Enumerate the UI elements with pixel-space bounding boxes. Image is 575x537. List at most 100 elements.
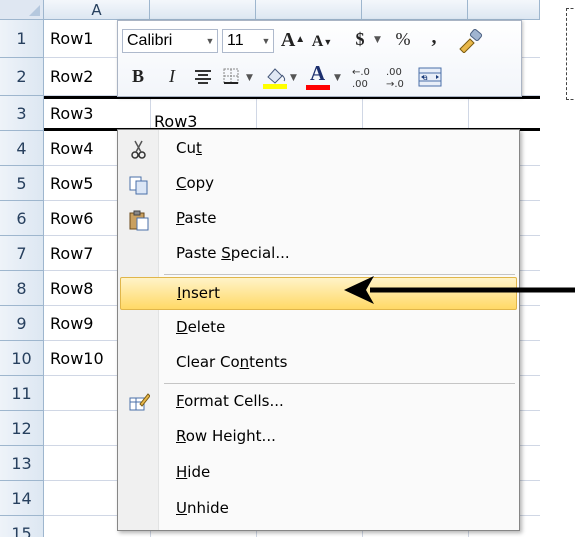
cell-a[interactable]: Row1: [50, 29, 93, 48]
shrink-font-button[interactable]: A▼: [310, 30, 334, 54]
borders-button[interactable]: [222, 67, 242, 85]
menu-item-accelerator: U: [176, 499, 187, 517]
column-header-d[interactable]: [362, 0, 468, 20]
cell-a[interactable]: Row6: [50, 209, 93, 228]
row-header[interactable]: 7: [0, 236, 44, 271]
row-header[interactable]: 2: [0, 58, 44, 96]
menu-item-label: Hide: [176, 463, 210, 481]
chevron-down-icon[interactable]: ▼: [246, 73, 253, 83]
fill-color-icon: [263, 68, 287, 89]
menu-item-paste[interactable]: Paste: [120, 203, 517, 236]
cell-a[interactable]: Row7: [50, 244, 93, 263]
percent-icon: %: [395, 29, 411, 49]
menu-item-hide[interactable]: Hide: [120, 457, 517, 490]
row-header[interactable]: 12: [0, 411, 44, 446]
copy-icon: [128, 174, 150, 196]
menu-item-label: Format Cells...: [176, 392, 284, 410]
menu-item-accelerator: H: [176, 463, 188, 481]
chevron-down-icon[interactable]: ▼: [290, 73, 297, 83]
align-center-button[interactable]: [194, 69, 212, 85]
column-header-e[interactable]: [468, 0, 540, 20]
menu-item-label: nhide: [186, 499, 229, 517]
column-header-a-label: A: [91, 1, 102, 19]
cell-a[interactable]: Row9: [50, 314, 93, 333]
selected-row-3[interactable]: [44, 96, 540, 131]
menu-separator: [164, 383, 515, 384]
fill-color-button[interactable]: [262, 63, 288, 91]
currency-button[interactable]: $: [350, 27, 370, 51]
row-header[interactable]: 3: [0, 96, 44, 131]
menu-item-label: Cut: [176, 139, 202, 157]
increase-decimal-icon: ←.0.00: [352, 67, 370, 90]
cell-a[interactable]: Row8: [50, 279, 93, 298]
grow-font-button[interactable]: A▲: [280, 28, 306, 52]
format-painter-button[interactable]: [456, 27, 484, 54]
select-all-triangle-icon: [29, 5, 40, 16]
cell-a[interactable]: Row5: [50, 174, 93, 193]
chevron-down-icon[interactable]: ▼: [374, 35, 381, 45]
menu-item-label: aste: [184, 209, 217, 227]
select-all-corner[interactable]: [0, 0, 44, 20]
row-header[interactable]: 9: [0, 306, 44, 341]
font-size-value: 11: [227, 32, 244, 49]
menu-item-cut[interactable]: Cut: [120, 133, 517, 166]
menu-item-label: Paste: [176, 244, 222, 262]
row-header[interactable]: 4: [0, 131, 44, 166]
menu-item-label: ow Height...: [185, 427, 276, 445]
column-header-c[interactable]: [256, 0, 362, 20]
row-header[interactable]: 15: [0, 516, 44, 537]
menu-item-copy[interactable]: Copy: [120, 168, 517, 201]
mini-toolbar: Calibri ▼ 11 ▼ A▲ A▼ $ ▼ % , B I ▼ ▼ A ▼…: [117, 20, 522, 97]
font-size-dropdown[interactable]: 11 ▼: [222, 29, 274, 53]
row-header[interactable]: 14: [0, 481, 44, 516]
chevron-down-icon: ▼: [205, 36, 215, 46]
chevron-down-icon: ▼: [261, 36, 271, 46]
decrease-decimal-icon: .00→.0: [386, 67, 404, 90]
chevron-down-icon[interactable]: ▼: [334, 73, 341, 83]
menu-item-label: Copy: [176, 174, 214, 192]
row-header[interactable]: 13: [0, 446, 44, 481]
row-header[interactable]: 11: [0, 376, 44, 411]
clipboard-icon: [128, 209, 150, 231]
row-header[interactable]: 8: [0, 271, 44, 306]
borders-icon: [223, 68, 239, 84]
menu-item-row-height[interactable]: Row Height...: [120, 421, 517, 454]
menu-item-label: ormat Cells...: [184, 392, 284, 410]
italic-button[interactable]: I: [162, 64, 182, 88]
decrease-decimal-button[interactable]: .00 →.0: [384, 65, 412, 90]
scissors-icon: [128, 139, 150, 161]
menu-item-clear-contents[interactable]: Clear Contents: [120, 347, 517, 380]
menu-item-format-cells[interactable]: Format Cells...: [120, 386, 517, 419]
row-header[interactable]: 1: [0, 20, 44, 58]
comma-button[interactable]: ,: [424, 25, 444, 49]
cell-a[interactable]: Row4: [50, 139, 93, 158]
menu-item-label: ide: [187, 463, 211, 481]
column-header-b[interactable]: [150, 0, 256, 20]
menu-item-label: Paste Special...: [176, 244, 290, 262]
menu-item-label: Insert: [177, 284, 220, 302]
menu-item-unhide[interactable]: Unhide: [120, 493, 517, 526]
percent-button[interactable]: %: [390, 27, 416, 51]
bold-button[interactable]: B: [128, 64, 148, 88]
menu-item-label: Unhide: [176, 499, 229, 517]
menu-item-label: tents: [249, 353, 288, 371]
row-header[interactable]: 6: [0, 201, 44, 236]
dotted-bracket: [566, 8, 575, 100]
cell-a[interactable]: Row10: [50, 349, 104, 368]
row-header[interactable]: 5: [0, 166, 44, 201]
font-color-button[interactable]: A: [306, 61, 330, 91]
cell-a[interactable]: Row2: [50, 67, 93, 86]
format-painter-icon: [459, 29, 483, 54]
menu-item-label: Clear Contents: [176, 353, 288, 371]
font-name-dropdown[interactable]: Calibri ▼: [122, 29, 218, 53]
menu-item-paste-special[interactable]: Paste Special...: [120, 238, 517, 271]
menu-item-delete[interactable]: Delete: [120, 312, 517, 345]
menu-item-accelerator: R: [176, 427, 186, 445]
column-header-a[interactable]: A: [44, 0, 150, 20]
menu-item-accelerator: F: [176, 392, 185, 410]
menu-item-accelerator: t: [195, 139, 202, 157]
merge-center-button[interactable]: a: [418, 67, 442, 87]
increase-decimal-button[interactable]: ←.0.00: [350, 65, 378, 90]
row-header[interactable]: 10: [0, 341, 44, 376]
menu-item-label: Clear Co: [176, 353, 240, 371]
